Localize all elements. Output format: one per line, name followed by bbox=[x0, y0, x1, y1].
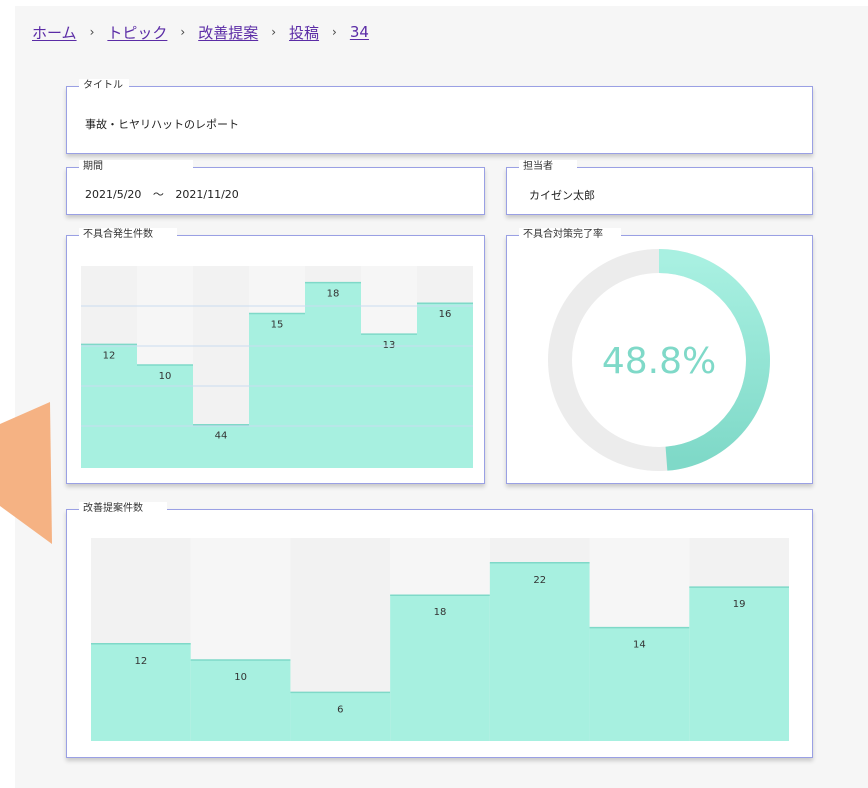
breadcrumb: ホーム › トピック › 改善提案 › 投稿 › 34 bbox=[32, 20, 369, 44]
chart-data-label: 44 bbox=[215, 431, 228, 442]
decorative-arrow-shape bbox=[0, 402, 52, 544]
period-start: 2021/5/20 bbox=[85, 188, 142, 201]
chart-data-label: 15 bbox=[271, 320, 284, 331]
breadcrumb-separator: › bbox=[180, 25, 186, 39]
chart-data-label: 10 bbox=[234, 672, 247, 683]
period-label: 期間 bbox=[79, 160, 193, 174]
defect-chart-card: 不具合発生件数 12 10 44 15 18 13 16 bbox=[66, 228, 485, 484]
title-label: タイトル bbox=[79, 79, 129, 93]
kaizen-chart-label: 改善提案件数 bbox=[79, 502, 167, 516]
chart-data-label: 18 bbox=[327, 289, 340, 300]
breadcrumb-post[interactable]: 投稿 bbox=[289, 22, 319, 43]
defect-chart-label: 不具合発生件数 bbox=[79, 228, 177, 242]
chart-bar bbox=[689, 587, 789, 741]
completion-donut-chart: 48.8% bbox=[548, 249, 770, 471]
chart-bar bbox=[489, 562, 590, 741]
chart-data-label: 12 bbox=[103, 350, 116, 361]
chart-data-label: 14 bbox=[633, 640, 646, 651]
breadcrumb-id[interactable]: 34 bbox=[350, 23, 369, 41]
breadcrumb-kaizen[interactable]: 改善提案 bbox=[198, 22, 258, 43]
kaizen-chart-card: 改善提案件数 12 10 6 18 22 14 19 bbox=[66, 502, 813, 758]
breadcrumb-home[interactable]: ホーム bbox=[32, 22, 77, 43]
owner-label: 担当者 bbox=[519, 160, 577, 174]
breadcrumb-topic[interactable]: トピック bbox=[107, 22, 167, 43]
breadcrumb-separator: › bbox=[332, 25, 337, 39]
chart-data-label: 10 bbox=[159, 371, 172, 382]
title-card: タイトル 事故・ヒヤリハットのレポート bbox=[66, 79, 813, 154]
period-value: 2021/5/20 〜 2021/11/20 bbox=[85, 186, 239, 202]
chart-bar bbox=[361, 334, 417, 468]
chart-bar bbox=[81, 344, 137, 468]
period-card: 期間 2021/5/20 〜 2021/11/20 bbox=[66, 160, 485, 215]
chart-data-label: 22 bbox=[533, 575, 546, 586]
title-value: 事故・ヒヤリハットのレポート bbox=[85, 118, 239, 131]
chart-data-label: 19 bbox=[733, 599, 746, 610]
completion-card: 不具合対策完了率 48.8% bbox=[506, 228, 813, 484]
owner-value: カイゼン太郎 bbox=[529, 189, 595, 202]
breadcrumb-separator: › bbox=[89, 25, 95, 39]
chart-data-label: 16 bbox=[439, 309, 452, 320]
chart-bar bbox=[305, 282, 361, 468]
period-end: 2021/11/20 bbox=[175, 188, 239, 201]
period-tilde: 〜 bbox=[152, 188, 164, 201]
breadcrumb-separator: › bbox=[271, 25, 277, 39]
donut-percentage-text: 48.8% bbox=[602, 341, 716, 382]
chart-data-label: 18 bbox=[434, 607, 447, 618]
kaizen-chart: 12 10 6 18 22 14 19 bbox=[91, 538, 789, 741]
arrow-shape-fill bbox=[0, 402, 52, 544]
chart-data-label: 12 bbox=[134, 656, 147, 667]
chart-bar bbox=[290, 692, 391, 741]
owner-card: 担当者 カイゼン太郎 bbox=[506, 160, 813, 215]
chart-data-label: 6 bbox=[337, 704, 343, 715]
defect-chart: 12104415181316 bbox=[81, 266, 473, 468]
chart-bar bbox=[249, 313, 305, 468]
